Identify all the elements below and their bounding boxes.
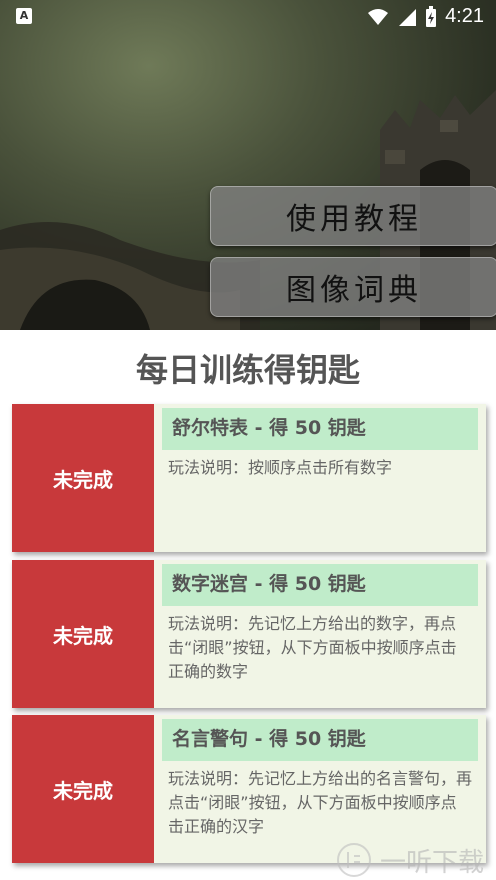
task-body: 数字迷宫 - 得 50 钥匙 玩法说明：先记忆上方给出的数字，再点击“闭眼”按钮… (162, 564, 478, 702)
page-title: 每日训练得钥匙 (135, 351, 360, 389)
task-body: 舒尔特表 - 得 50 钥匙 玩法说明：按顺序点击所有数字 (162, 408, 478, 546)
signal-icon (399, 8, 417, 26)
watermark-text: 一听下载 (380, 847, 485, 878)
task-description: 玩法说明：先记忆上方给出的数字，再点击“闭眼”按钮，从下方面板中按顺序点击正确的… (168, 614, 457, 681)
accessibility-icon: A (16, 8, 32, 24)
wifi-icon (368, 8, 389, 25)
image-dictionary-button[interactable]: 图像词典 (210, 257, 496, 317)
tutorial-button[interactable]: 使用教程 (210, 186, 496, 246)
task-body: 名言警句 - 得 50 钥匙 玩法说明：先记忆上方给出的名言警句，再点击“闭眼”… (162, 719, 478, 857)
status-icons: 4:21 (367, 5, 484, 28)
task-title: 名言警句 - 得 50 钥匙 (162, 719, 478, 761)
task-title: 舒尔特表 - 得 50 钥匙 (162, 408, 478, 450)
task-status: 未完成 (12, 404, 154, 552)
task-description: 玩法说明：先记忆上方给出的名言警句，再点击“闭眼”按钮，从下方面板中按顺序点击正… (168, 769, 473, 836)
hero-banner: A 4:21 使用教程 图像词典 (0, 0, 496, 330)
task-status: 未完成 (12, 715, 154, 863)
task-card-schulte[interactable]: 未完成 舒尔特表 - 得 50 钥匙 玩法说明：按顺序点击所有数字 (12, 404, 486, 552)
task-title: 数字迷宫 - 得 50 钥匙 (162, 564, 478, 606)
task-description: 玩法说明：按顺序点击所有数字 (168, 458, 393, 477)
watermark-logo-icon (337, 843, 371, 877)
task-status: 未完成 (12, 560, 154, 708)
task-card-number-maze[interactable]: 未完成 数字迷宫 - 得 50 钥匙 玩法说明：先记忆上方给出的数字，再点击“闭… (12, 560, 486, 708)
clock: 4:21 (445, 5, 484, 27)
status-bar: A 4:21 (0, 0, 496, 34)
watermark: 一听下载 (336, 840, 496, 880)
battery-icon (426, 5, 437, 27)
